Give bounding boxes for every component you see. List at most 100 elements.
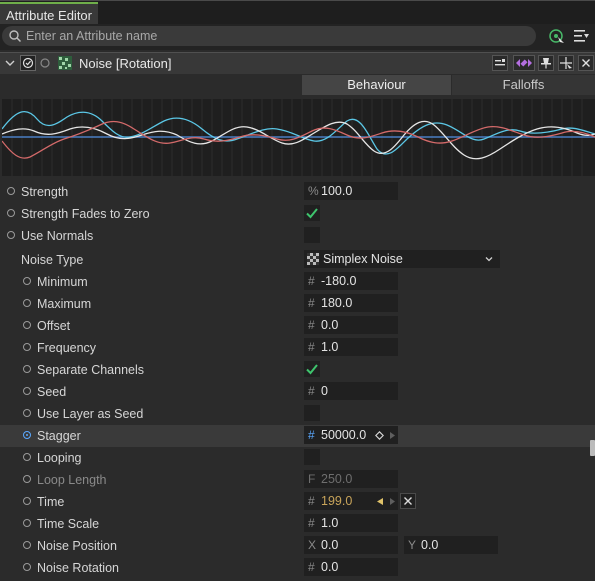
field-value: 1.0 <box>321 340 339 354</box>
keyframe-dot-icon[interactable] <box>23 409 31 417</box>
param-noise-type: Noise Type Simplex Noise <box>0 249 595 271</box>
dropdown-value: Simplex Noise <box>323 252 403 266</box>
use-normals-checkbox[interactable] <box>304 227 320 243</box>
field-value: -180.0 <box>321 274 357 288</box>
search-box[interactable] <box>2 26 536 46</box>
field-prefix: # <box>308 274 315 288</box>
field-value: 180.0 <box>321 296 353 310</box>
pin-icon[interactable] <box>538 55 554 71</box>
object-header: Noise [Rotation] <box>0 52 595 76</box>
keyframe-dot-icon[interactable] <box>7 209 15 217</box>
window-titlebar: Attribute Editor <box>0 0 595 25</box>
keyframe-dot-icon[interactable] <box>23 343 31 351</box>
layer-options-icon[interactable] <box>492 55 508 71</box>
use-layer-seed-checkbox[interactable] <box>304 405 320 421</box>
keyframe-dot-icon[interactable] <box>7 187 15 195</box>
keyframe-dot-icon[interactable] <box>23 321 31 329</box>
keyframe-dot-icon[interactable] <box>23 365 31 373</box>
keyframe-dot-icon[interactable] <box>7 231 15 239</box>
time-field[interactable]: #199.0 <box>304 492 398 510</box>
window-title-tab[interactable]: Attribute Editor <box>0 2 98 25</box>
field-value: 0.0 <box>321 538 339 552</box>
keyframe-dot-icon[interactable] <box>23 453 31 461</box>
noise-effector-icon <box>58 56 72 70</box>
minimum-field[interactable]: # -180.0 <box>304 272 398 290</box>
looping-checkbox[interactable] <box>304 449 320 465</box>
noise-position-y-field[interactable]: Y 0.0 <box>404 536 498 554</box>
field-value: 1.0 <box>321 516 339 530</box>
param-label: Strength Fades to Zero <box>21 207 150 221</box>
param-maximum: Maximum #180.0 <box>0 293 595 315</box>
search-icon <box>9 30 22 43</box>
param-frequency: Frequency #1.0 <box>0 337 595 359</box>
field-prefix: # <box>308 428 315 442</box>
noise-rotation-field[interactable]: #0.0 <box>304 558 398 576</box>
keyframe-diamond-icon[interactable] <box>375 431 384 440</box>
clear-icon[interactable] <box>400 493 416 509</box>
cursor-move-icon[interactable] <box>558 55 574 71</box>
checkmark-icon <box>306 208 318 219</box>
filter-list-icon[interactable] <box>571 27 591 45</box>
solo-circle-icon[interactable] <box>39 57 51 69</box>
param-use-layer-seed: Use Layer as Seed <box>0 403 595 425</box>
previous-keyframe-icon[interactable] <box>376 497 384 506</box>
keyframe-navigation-icon[interactable] <box>513 55 535 71</box>
next-keyframe-icon[interactable] <box>389 431 396 440</box>
keyframe-dot-icon[interactable] <box>23 563 31 571</box>
field-value: 100.0 <box>321 184 353 198</box>
field-prefix: X <box>308 538 317 552</box>
keyframe-dot-icon[interactable] <box>23 497 31 505</box>
param-label: Stagger <box>37 429 81 443</box>
keyframe-dot-icon[interactable] <box>23 277 31 285</box>
field-prefix: % <box>308 184 319 198</box>
separate-channels-checkbox[interactable] <box>304 361 320 377</box>
checkmark-icon <box>306 364 318 375</box>
field-prefix: Y <box>408 538 417 552</box>
noise-position-x-field[interactable]: X 0.0 <box>304 536 398 554</box>
keyframe-dot-icon[interactable] <box>23 299 31 307</box>
keyframe-dot-icon[interactable] <box>23 541 31 549</box>
param-time: Time #199.0 <box>0 491 595 513</box>
maximum-field[interactable]: #180.0 <box>304 294 398 312</box>
param-separate-channels: Separate Channels <box>0 359 595 381</box>
close-icon[interactable] <box>578 55 594 71</box>
enabled-check-icon[interactable] <box>20 55 36 71</box>
offset-field[interactable]: #0.0 <box>304 316 398 334</box>
window-title: Attribute Editor <box>6 8 92 23</box>
chevron-down-icon[interactable] <box>3 56 17 70</box>
param-strength-fades: Strength Fades to Zero <box>0 203 595 225</box>
seed-field[interactable]: #0 <box>304 382 398 400</box>
field-prefix: F <box>308 472 316 486</box>
keyframe-dot-icon[interactable] <box>23 387 31 395</box>
param-time-scale: Time Scale #1.0 <box>0 513 595 535</box>
param-noise-position: Noise Position X 0.0 Y 0.0 <box>0 535 595 557</box>
field-prefix: # <box>308 296 315 310</box>
keyframe-dot-active-icon[interactable] <box>23 431 31 439</box>
param-label: Use Normals <box>21 229 94 243</box>
param-label: Offset <box>37 319 71 333</box>
keyframe-dot-icon[interactable] <box>23 475 31 483</box>
noise-type-dropdown[interactable]: Simplex Noise <box>304 250 500 268</box>
param-label: Separate Channels <box>37 363 145 377</box>
search-input[interactable] <box>26 26 526 46</box>
strength-fades-checkbox[interactable] <box>304 205 320 221</box>
frequency-field[interactable]: #1.0 <box>304 338 398 356</box>
stagger-field[interactable]: #50000.0 <box>304 426 398 444</box>
pick-target-icon[interactable] <box>547 27 567 45</box>
param-label: Strength <box>21 185 69 199</box>
keyframe-dot-icon[interactable] <box>23 519 31 527</box>
search-bar <box>0 24 595 50</box>
param-label: Noise Type <box>21 253 84 267</box>
tab-falloffs[interactable]: Falloffs <box>452 75 595 95</box>
time-scale-field[interactable]: #1.0 <box>304 514 398 532</box>
strength-field[interactable]: % 100.0 <box>304 182 398 200</box>
next-keyframe-icon[interactable] <box>389 497 396 506</box>
noise-pattern-icon <box>307 253 319 265</box>
field-prefix: # <box>308 340 315 354</box>
param-offset: Offset #0.0 <box>0 315 595 337</box>
param-label: Maximum <box>37 297 92 311</box>
loop-length-field[interactable]: F 250.0 <box>304 470 398 488</box>
chevron-down-icon <box>485 257 493 262</box>
tab-behaviour[interactable]: Behaviour <box>302 75 451 95</box>
param-loop-length: Loop Length F 250.0 <box>0 469 595 491</box>
